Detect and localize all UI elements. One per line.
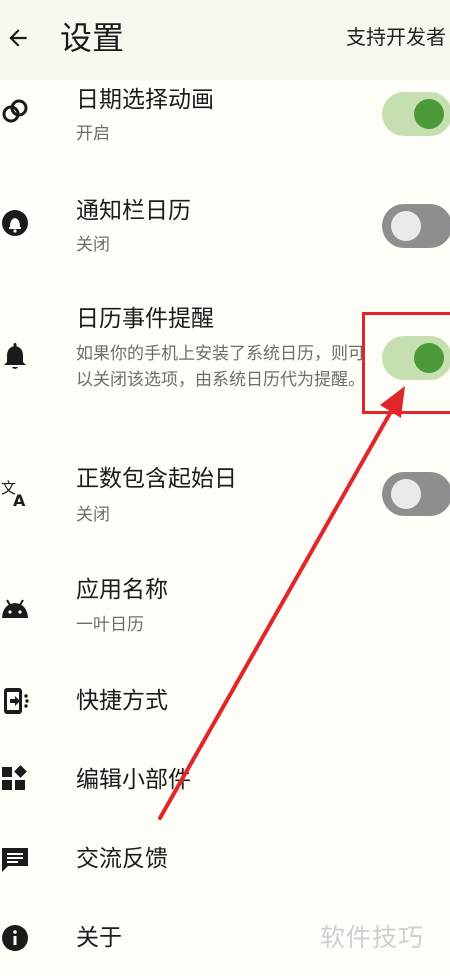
annotation-arrow [158, 386, 405, 820]
watermark: 软件技巧 [320, 923, 425, 952]
